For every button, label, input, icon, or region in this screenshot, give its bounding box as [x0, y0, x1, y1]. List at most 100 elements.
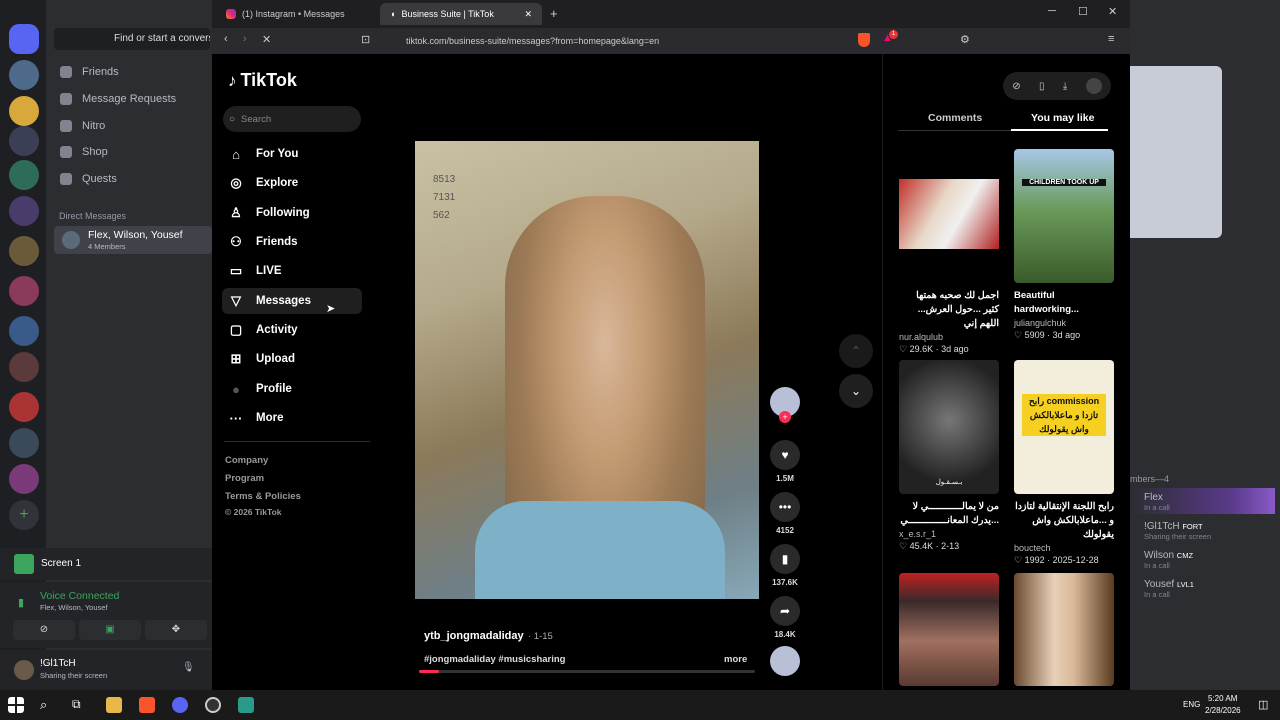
- server-icon[interactable]: [9, 464, 39, 494]
- tab-instagram[interactable]: (1) Instagram • Messages: [216, 3, 376, 25]
- screen-share-app-icon[interactable]: [238, 697, 254, 713]
- windows-start-icon[interactable]: [8, 697, 24, 713]
- search-input[interactable]: ○ Search: [223, 106, 361, 132]
- camera-off-button[interactable]: ⊘: [13, 620, 75, 640]
- creator-avatar[interactable]: +: [768, 387, 802, 423]
- video-more-link[interactable]: more: [724, 654, 747, 665]
- tab-tiktok[interactable]: ◖ Business Suite | TikTok ✕: [380, 3, 542, 25]
- server-icon[interactable]: [9, 96, 39, 126]
- server-icon[interactable]: [9, 392, 39, 422]
- nav-friends[interactable]: ⚇ Friends: [222, 229, 362, 255]
- search-icon[interactable]: ⌕: [40, 697, 56, 713]
- card-author[interactable]: x_e.s.r_1: [899, 529, 999, 539]
- discord-icon[interactable]: [172, 697, 188, 713]
- member-item[interactable]: !Gl1TcH FORT Sharing their screen: [1144, 521, 1211, 541]
- tab-you-may-like[interactable]: You may like: [1031, 112, 1094, 124]
- recommended-video-card[interactable]: رابح commission تازدا و ماعلابالكش واش ي…: [1014, 360, 1114, 566]
- footer-company[interactable]: Company: [225, 455, 268, 466]
- nav-more[interactable]: ··· More: [222, 405, 362, 431]
- follow-plus-icon[interactable]: +: [779, 411, 791, 423]
- dm-nav-quests[interactable]: Quests: [60, 173, 117, 185]
- server-icon[interactable]: [9, 276, 39, 306]
- phone-icon[interactable]: ▯: [1039, 81, 1045, 92]
- stop-loading-icon[interactable]: ✕: [262, 33, 271, 46]
- video-author[interactable]: ytb_jongmadaliday: [424, 630, 524, 642]
- recommended-video-card[interactable]: [899, 573, 999, 686]
- recommended-video-card[interactable]: [1014, 573, 1114, 686]
- bookmark-button[interactable]: ▮ 137.6K: [768, 544, 802, 587]
- dm-group-item[interactable]: Flex, Wilson, Yousef 4 Members: [54, 226, 212, 254]
- brave-shield-icon[interactable]: [858, 33, 870, 47]
- language-indicator[interactable]: ENG: [1183, 700, 1200, 709]
- video-hashtags[interactable]: #jongmadaliday #musicsharing: [424, 654, 566, 665]
- extensions-icon[interactable]: ⚙: [960, 33, 970, 46]
- maximize-button[interactable]: ☐: [1078, 5, 1088, 18]
- server-icon[interactable]: [9, 236, 39, 266]
- stream-preview[interactable]: [1130, 66, 1222, 238]
- server-icon[interactable]: [9, 160, 39, 190]
- avatar[interactable]: [1085, 78, 1102, 94]
- member-item[interactable]: Flex In a call: [1144, 492, 1170, 512]
- nav-live[interactable]: ▭ LIVE: [222, 258, 362, 284]
- footer-terms[interactable]: Terms & Policies: [225, 491, 301, 502]
- add-server-icon[interactable]: +: [9, 500, 39, 530]
- task-view-icon[interactable]: ⧉: [72, 697, 88, 713]
- previous-video-button[interactable]: ⌃: [839, 334, 873, 368]
- close-window-button[interactable]: ✕: [1108, 5, 1117, 18]
- nav-messages[interactable]: ▽ Messages: [222, 288, 362, 314]
- video-player[interactable]: 8513 7131 562: [415, 141, 759, 599]
- video-progress-track[interactable]: [419, 670, 755, 673]
- tab-comments[interactable]: Comments: [928, 112, 982, 124]
- dm-nav-shop[interactable]: Shop: [60, 146, 108, 158]
- brave-icon[interactable]: [139, 697, 155, 713]
- nav-profile[interactable]: ● Profile: [222, 376, 362, 402]
- dm-search-input[interactable]: Find or start a conversat: [54, 28, 210, 50]
- clock-time[interactable]: 5:20 AM: [1208, 694, 1237, 703]
- file-explorer-icon[interactable]: [106, 697, 122, 713]
- new-tab-button[interactable]: +: [550, 6, 558, 21]
- recommended-video-card[interactable]: بـسـقـول من لا يمالــــــــــــي لا ...ي…: [899, 360, 999, 552]
- comment-button[interactable]: ••• 4152: [768, 492, 802, 535]
- card-author[interactable]: nur.alqulub: [899, 332, 999, 342]
- share-button[interactable]: ➦ 18.4K: [768, 596, 802, 639]
- nav-activity[interactable]: ▢ Activity: [222, 317, 362, 343]
- back-icon[interactable]: ‹: [224, 33, 228, 45]
- forward-icon[interactable]: ›: [243, 33, 247, 45]
- server-icon[interactable]: [9, 428, 39, 458]
- notification-icon[interactable]: ◫: [1258, 698, 1268, 711]
- dm-nav-nitro[interactable]: Nitro: [60, 120, 105, 132]
- server-icon[interactable]: [9, 60, 39, 90]
- close-tab-icon[interactable]: ✕: [524, 9, 532, 20]
- dm-nav-friends[interactable]: Friends: [60, 66, 119, 78]
- recommended-video-card[interactable]: اجمل لك صحبه همتها كثير ...حول العرش... …: [899, 149, 999, 355]
- nav-for-you[interactable]: ⌂ For You: [222, 141, 362, 167]
- member-item[interactable]: Yousef LVL1 In a call: [1144, 579, 1194, 599]
- member-item[interactable]: Wilson CMZ In a call: [1144, 550, 1193, 570]
- server-icon[interactable]: [9, 196, 39, 226]
- footer-program[interactable]: Program: [225, 473, 264, 484]
- download-icon[interactable]: ⤓: [1063, 81, 1067, 92]
- server-icon[interactable]: [9, 126, 39, 156]
- url-field[interactable]: tiktok.com/business-suite/messages?from=…: [378, 31, 898, 51]
- card-author[interactable]: juliangulchuk: [1014, 318, 1114, 328]
- avatar[interactable]: [14, 660, 34, 680]
- screen-share-button[interactable]: ▣: [79, 620, 141, 640]
- discord-home-icon[interactable]: [9, 24, 39, 54]
- like-button[interactable]: ♥ 1.5M: [768, 440, 802, 483]
- card-author[interactable]: bouctech: [1014, 543, 1114, 553]
- sound-avatar[interactable]: [768, 646, 802, 676]
- bookmark-page-icon[interactable]: ⊡: [361, 33, 370, 46]
- minimize-button[interactable]: ─: [1048, 5, 1056, 17]
- nav-upload[interactable]: ⊞ Upload: [222, 346, 362, 372]
- next-video-button[interactable]: ⌄: [839, 374, 873, 408]
- microphone-icon[interactable]: 🎙: [182, 662, 195, 673]
- dm-nav-message-requests[interactable]: Message Requests: [60, 93, 176, 105]
- nav-explore[interactable]: ◎ Explore: [222, 170, 362, 196]
- recommended-video-card[interactable]: CHILDREN TOOK UP Beautiful hardworking..…: [1014, 149, 1114, 341]
- tiktok-logo[interactable]: ♪ TikTok: [228, 70, 297, 91]
- activities-button[interactable]: ✥: [145, 620, 207, 640]
- server-icon[interactable]: [9, 316, 39, 346]
- sound-off-icon[interactable]: ⊘: [1012, 81, 1020, 92]
- menu-icon[interactable]: ≡: [1108, 33, 1114, 45]
- clock-date[interactable]: 2/28/2026: [1205, 706, 1241, 715]
